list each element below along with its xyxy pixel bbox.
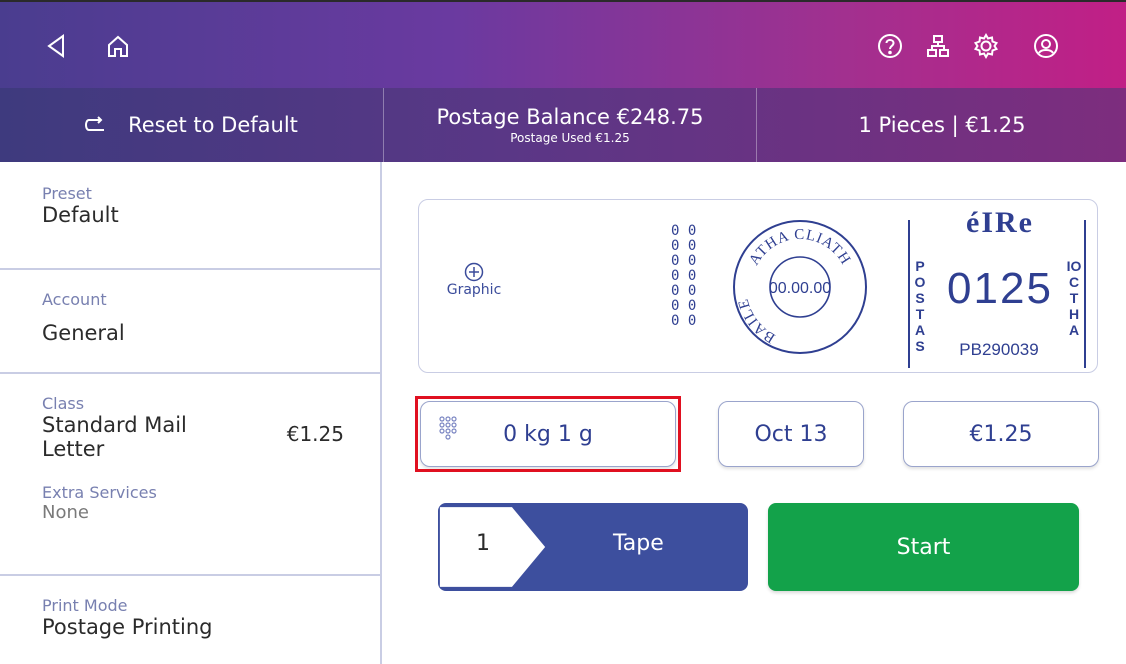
meter-id: PB290039 <box>959 340 1039 359</box>
extra-services-value: None <box>42 502 89 523</box>
svg-text:BAILE: BAILE <box>735 296 778 345</box>
counter-row: 0 0 <box>671 223 697 239</box>
extra-services-label: Extra Services <box>42 483 157 502</box>
print-mode-label: Print Mode <box>42 596 128 615</box>
add-graphic-button[interactable]: Graphic <box>434 262 514 298</box>
counter-row: 0 0 <box>671 283 697 299</box>
left-vertical-text: POSTAS <box>914 258 926 354</box>
pieces-counter[interactable]: 1 Pieces | €1.25 <box>758 88 1126 162</box>
preset-value: Default <box>42 203 119 227</box>
counter-row: 0 0 <box>671 238 697 254</box>
tape-button[interactable]: 1 Tape <box>438 503 748 591</box>
header-bar: Reset to Default Postage Balance €248.75… <box>0 88 1126 162</box>
indicia-amount: 0125 <box>947 264 1053 313</box>
postage-used-label: Postage Used €1.25 <box>510 131 630 145</box>
country-text: éIRe <box>966 206 1034 239</box>
counter-row: 0 0 <box>671 313 697 329</box>
balance-label: Postage Balance €248.75 <box>436 105 704 129</box>
print-mode-value: Postage Printing <box>42 615 213 639</box>
top-bar <box>0 0 1126 88</box>
postage-amount-button[interactable]: €1.25 <box>903 401 1099 467</box>
tape-label: Tape <box>613 531 664 556</box>
sidebar-item-class[interactable]: Class Standard Mail Letter €1.25 Extra S… <box>0 374 380 576</box>
graphic-label: Graphic <box>446 282 502 298</box>
indicia: éIRe POSTAS IOCTHA 0125 PB290039 <box>902 206 1092 368</box>
reset-to-default-button[interactable]: Reset to Default <box>0 88 382 162</box>
start-button[interactable]: Start <box>768 503 1079 591</box>
counter-row: 0 0 <box>671 268 697 284</box>
add-circle-icon <box>434 262 514 282</box>
counter-row: 0 0 <box>671 298 697 314</box>
sidebar-item-preset[interactable]: Preset Default <box>0 162 380 270</box>
sidebar: Preset Default Account General Class Sta… <box>0 162 382 664</box>
account-value: General <box>42 321 125 345</box>
postage-balance: Postage Balance €248.75 Postage Used €1.… <box>383 88 757 162</box>
class-price: €1.25 <box>286 422 344 446</box>
help-icon[interactable] <box>872 28 908 64</box>
home-icon[interactable] <box>100 28 136 64</box>
date-button[interactable]: Oct 13 <box>718 401 864 467</box>
settings-icon[interactable] <box>968 28 1004 64</box>
reset-label: Reset to Default <box>128 113 298 137</box>
account-label: Account <box>42 290 107 309</box>
weight-highlight-box <box>415 396 681 472</box>
postmark-circle: ATHA CLIATH BAILE 00.00.00 <box>733 220 867 354</box>
preset-label: Preset <box>42 184 92 203</box>
counter-row: 0 0 <box>671 253 697 269</box>
sidebar-item-print-mode[interactable]: Print Mode Postage Printing <box>0 576 380 664</box>
tape-count-shape <box>439 507 546 587</box>
right-vertical-text: IOCTHA <box>1066 258 1082 338</box>
account-icon[interactable] <box>1028 28 1064 64</box>
sidebar-item-account[interactable]: Account General <box>0 270 380 374</box>
postmark-date: 00.00.00 <box>769 280 831 297</box>
back-icon[interactable] <box>38 28 74 64</box>
reset-icon <box>84 116 106 134</box>
postmark-left-text: BAILE <box>735 296 777 345</box>
class-label: Class <box>42 394 85 413</box>
network-icon[interactable] <box>920 28 956 64</box>
counter-column: 0 0 0 0 0 0 0 0 0 0 0 0 0 0 <box>671 224 711 329</box>
tape-count: 1 <box>476 531 490 556</box>
